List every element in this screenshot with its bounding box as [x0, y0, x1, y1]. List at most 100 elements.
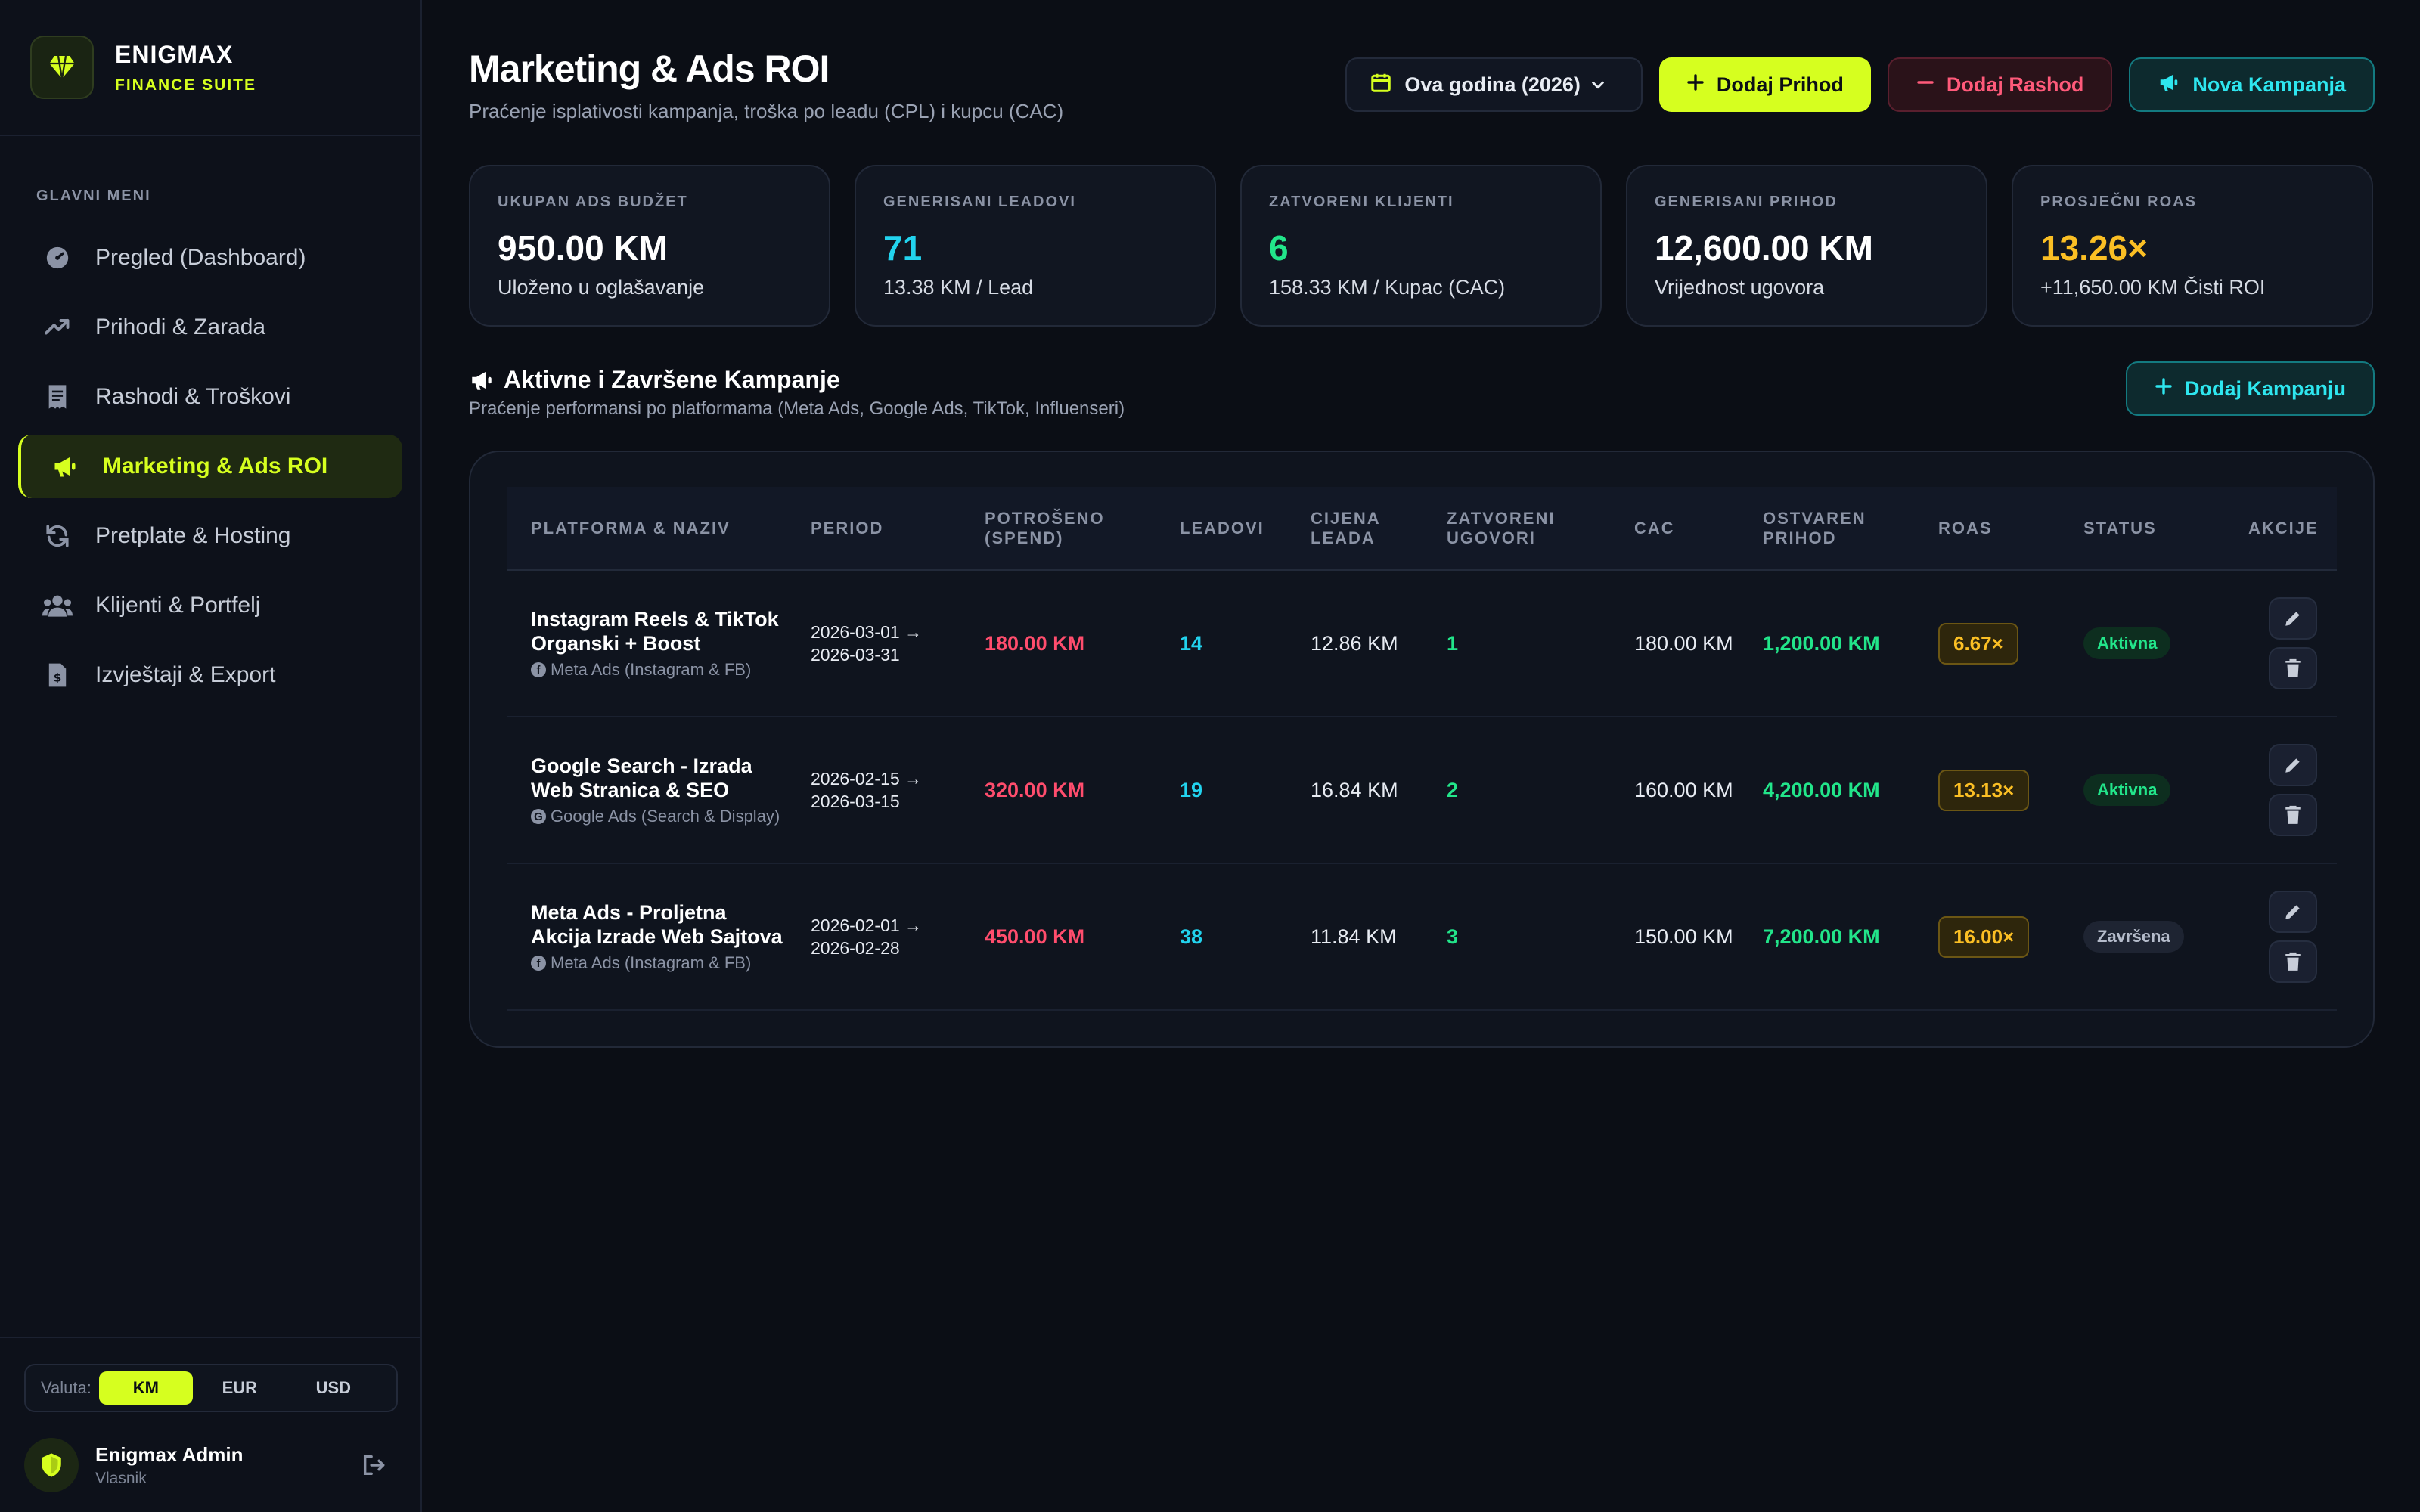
- column-header: ROAS: [1914, 487, 2059, 571]
- cell-actions: [2224, 717, 2337, 864]
- stat-label: ZATVORENI KLIJENTI: [1269, 194, 1454, 210]
- cell-name: Google Search - Izrada Web Stranica & SE…: [507, 717, 786, 864]
- table-row: Google Search - Izrada Web Stranica & SE…: [507, 717, 2337, 864]
- cell-revenue: 1,200.00 KM: [1739, 570, 1914, 717]
- sidebar-item-subscriptions[interactable]: Pretplate & Hosting: [18, 504, 402, 568]
- sidebar-item-income[interactable]: Prihodi & Zarada: [18, 296, 402, 359]
- cell-status: Aktivna: [2059, 570, 2224, 717]
- status-badge: Aktivna: [2083, 627, 2171, 659]
- stat-label: UKUPAN ADS BUDŽET: [498, 194, 688, 210]
- stat-sub: Vrijednost ugovora: [1655, 276, 1825, 299]
- stat-value: 950.00 KM: [498, 228, 669, 268]
- edit-button[interactable]: [2268, 744, 2317, 786]
- column-header: PLATFORMA & NAZIV: [507, 487, 786, 571]
- stat-value: 71: [883, 228, 923, 268]
- file-invoice-icon: $: [42, 660, 73, 690]
- cell-revenue: 7,200.00 KM: [1739, 863, 1914, 1011]
- sidebar-item-label: Pregled (Dashboard): [95, 245, 306, 270]
- svg-text:$: $: [54, 671, 62, 684]
- new-campaign-label: Nova Kampanja: [2192, 73, 2346, 96]
- status-badge: Aktivna: [2083, 774, 2171, 806]
- sidebar-item-reports[interactable]: $ Izvještaji & Export: [18, 643, 402, 707]
- stat-card-clients: ZATVORENI KLIJENTI 6 158.33 KM / Kupac (…: [1240, 165, 1602, 327]
- megaphone-icon: [50, 451, 80, 482]
- stat-value: 13.26×: [2040, 228, 2148, 268]
- cell-spend: 180.00 KM: [960, 570, 1156, 717]
- sidebar-item-label: Klijenti & Portfelj: [95, 593, 261, 618]
- section-title: Aktivne i Završene Kampanje: [469, 366, 1125, 394]
- cell-status: Aktivna: [2059, 717, 2224, 864]
- facebook-icon: f: [531, 956, 546, 971]
- sidebar-item-clients[interactable]: Klijenti & Portfelj: [18, 574, 402, 637]
- cell-leads: 38: [1156, 863, 1286, 1011]
- logout-icon[interactable]: [358, 1450, 389, 1480]
- table-row: Instagram Reels & TikTok Organski + Boos…: [507, 570, 2337, 717]
- stat-sub: +11,650.00 KM Čisti ROI: [2040, 276, 2266, 299]
- sidebar-item-label: Prihodi & Zarada: [95, 314, 266, 339]
- trash-icon: [2285, 658, 2301, 677]
- delete-button[interactable]: [2268, 940, 2317, 983]
- stat-card-leads: GENERISANI LEADOVI 71 13.38 KM / Lead: [855, 165, 1216, 327]
- period-start: 2026-03-01 →: [811, 622, 923, 642]
- period-end: 2026-03-31: [811, 645, 900, 665]
- sidebar-item-expenses[interactable]: Rashodi & Troškovi: [18, 365, 402, 429]
- cell-roas: 13.13×: [1914, 717, 2059, 864]
- user-role: Vlasnik: [95, 1469, 147, 1487]
- page-title: Marketing & Ads ROI: [469, 48, 830, 90]
- delete-button[interactable]: [2268, 647, 2317, 689]
- cell-cac: 150.00 KM: [1610, 863, 1739, 1011]
- add-campaign-button[interactable]: Dodaj Kampanju: [2125, 361, 2375, 416]
- campaign-name: Instagram Reels & TikTok Organski + Boos…: [531, 608, 779, 655]
- add-income-button[interactable]: Dodaj Prihod: [1658, 57, 1871, 112]
- menu-label: GLAVNI MENI: [36, 187, 151, 204]
- page-header: Marketing & Ads ROI Praćenje isplativost…: [469, 47, 1063, 123]
- period-start: 2026-02-01 →: [811, 916, 923, 935]
- refresh-icon: [42, 521, 73, 551]
- platform-text: Meta Ads (Instagram & FB): [551, 660, 752, 679]
- cell-actions: [2224, 863, 2337, 1011]
- megaphone-icon: [469, 367, 504, 393]
- period-end: 2026-02-28: [811, 938, 900, 958]
- section-subtitle: Praćenje performansi po platformama (Met…: [469, 398, 1125, 419]
- sidebar-item-marketing[interactable]: Marketing & Ads ROI: [18, 435, 402, 498]
- edit-button[interactable]: [2268, 891, 2317, 933]
- roas-badge: 13.13×: [1938, 769, 2030, 811]
- google-icon: G: [531, 809, 546, 824]
- new-campaign-button[interactable]: Nova Kampanja: [2129, 57, 2375, 112]
- currency-switcher: Valuta: KM EUR USD: [24, 1364, 398, 1412]
- trash-icon: [2285, 952, 2301, 971]
- stat-value: 12,600.00 KM: [1655, 228, 1873, 268]
- column-header: LEADOVI: [1156, 487, 1286, 571]
- column-header: OSTVAREN PRIHOD: [1739, 487, 1914, 571]
- cell-period: 2026-02-01 → 2026-02-28: [786, 863, 960, 1011]
- add-expense-label: Dodaj Rashod: [1946, 73, 2084, 96]
- currency-option-eur[interactable]: EUR: [193, 1371, 287, 1405]
- status-badge: Završena: [2083, 921, 2184, 953]
- cell-name: Meta Ads - Proljetna Akcija Izrade Web S…: [507, 863, 786, 1011]
- currency-option-km[interactable]: KM: [98, 1371, 193, 1405]
- pencil-icon: [2285, 905, 2300, 919]
- add-income-label: Dodaj Prihod: [1716, 73, 1844, 96]
- cell-leads: 19: [1156, 717, 1286, 864]
- shield-avatar-icon: [24, 1438, 79, 1492]
- brand-subtitle: FINANCE SUITE: [115, 76, 257, 94]
- sidebar-item-dashboard[interactable]: Pregled (Dashboard): [18, 226, 402, 290]
- edit-button[interactable]: [2268, 597, 2317, 640]
- column-header: ZATVORENI UGOVORI: [1423, 487, 1610, 571]
- section-title-text: Aktivne i Završene Kampanje: [504, 366, 840, 393]
- column-header: AKCIJE: [2224, 487, 2337, 571]
- cell-closed: 3: [1423, 863, 1610, 1011]
- table-header-row: PLATFORMA & NAZIV PERIOD POTROŠENO (SPEN…: [507, 487, 2337, 571]
- campaigns-section-header: Aktivne i Završene Kampanje Praćenje per…: [469, 366, 1125, 420]
- cell-lead-cost: 16.84 KM: [1286, 717, 1423, 864]
- stat-label: GENERISANI PRIHOD: [1655, 194, 1838, 210]
- campaign-platform: f Meta Ads (Instagram & FB): [531, 953, 786, 973]
- cell-cac: 180.00 KM: [1610, 570, 1739, 717]
- delete-button[interactable]: [2268, 794, 2317, 836]
- cell-cac: 160.00 KM: [1610, 717, 1739, 864]
- period-select[interactable]: Ova godina (2026): [1345, 57, 1643, 112]
- add-expense-button[interactable]: Dodaj Rashod: [1887, 57, 2113, 112]
- pencil-icon: [2285, 758, 2300, 773]
- currency-option-usd[interactable]: USD: [287, 1371, 380, 1405]
- trend-up-icon: [42, 312, 73, 342]
